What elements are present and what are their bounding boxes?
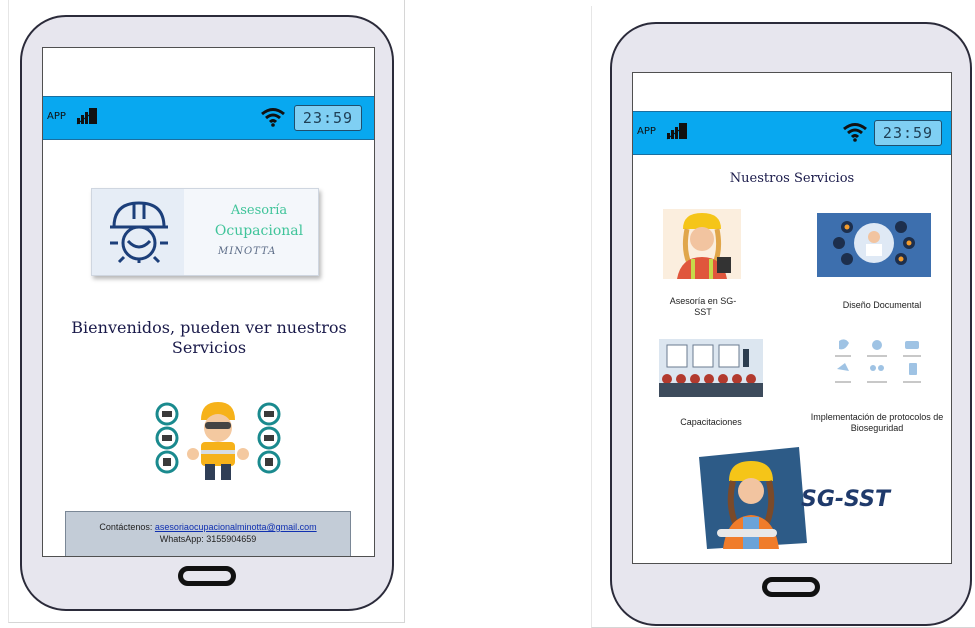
worker-woman-icon	[663, 209, 741, 279]
home-button[interactable]	[178, 566, 236, 586]
wifi-icon	[261, 108, 285, 127]
service-label-capacitaciones: Capacitaciones	[680, 417, 742, 427]
sg-sst-banner-text: SG-SST	[801, 487, 890, 512]
signal-icon	[76, 108, 97, 125]
phone-screen-right: APP 23:59 Nuestros Servicios Asesoría en…	[632, 72, 952, 564]
wifi-icon	[843, 123, 867, 142]
contact-line1: Contáctenos: asesoriaocupacionalminotta@…	[66, 522, 350, 532]
status-app-label: APP	[637, 126, 656, 137]
contact-email-link[interactable]: asesoriaocupacionalminotta@gmail.com	[155, 522, 317, 532]
logo-line3: MINOTTA	[218, 246, 277, 257]
home-button[interactable]	[762, 577, 820, 597]
welcome-text: Bienvenidos, pueden ver nuestros Servici…	[71, 318, 347, 357]
status-clock: 23:59	[874, 120, 942, 146]
contact-box: Contáctenos: asesoriaocupacionalminotta@…	[65, 511, 351, 556]
right-canvas: APP 23:59 Nuestros Servicios Asesoría en…	[591, 6, 975, 628]
service-label-diseno: Diseño Documental	[842, 300, 922, 310]
phone-frame-left: APP 23:59 Asesoría Ocupacional MINOTTA B…	[20, 15, 394, 611]
service-label-bioseguridad: Implementación de protocolos de Biosegur…	[810, 412, 944, 433]
left-canvas: APP 23:59 Asesoría Ocupacional MINOTTA B…	[8, 0, 405, 623]
logo-line2: Ocupacional	[214, 223, 304, 239]
logo-line1: Asesoría	[230, 203, 288, 218]
signal-icon	[666, 123, 687, 140]
status-bar: APP 23:59	[43, 96, 374, 140]
helmet-gear-icon	[110, 201, 168, 264]
contact-label: Contáctenos:	[99, 522, 153, 532]
logo-icon-background	[92, 189, 184, 275]
biosafety-icon	[829, 337, 925, 399]
status-app-label: APP	[47, 111, 66, 122]
service-label-asesoria: Asesoría en SG-SST	[669, 296, 737, 317]
status-bar: APP 23:59	[633, 111, 951, 155]
company-logo: Asesoría Ocupacional MINOTTA	[91, 188, 319, 276]
services-title: Nuestros Servicios	[729, 171, 855, 186]
status-clock: 23:59	[294, 105, 362, 131]
safety-worker-equipment-icon	[155, 402, 281, 480]
training-icon	[659, 339, 763, 397]
document-design-icon	[817, 213, 931, 277]
contact-whatsapp: WhatsApp: 3155904659	[159, 534, 257, 544]
phone-frame-right: APP 23:59 Nuestros Servicios Asesoría en…	[610, 22, 972, 626]
phone-screen-left: APP 23:59 Asesoría Ocupacional MINOTTA B…	[42, 47, 375, 557]
